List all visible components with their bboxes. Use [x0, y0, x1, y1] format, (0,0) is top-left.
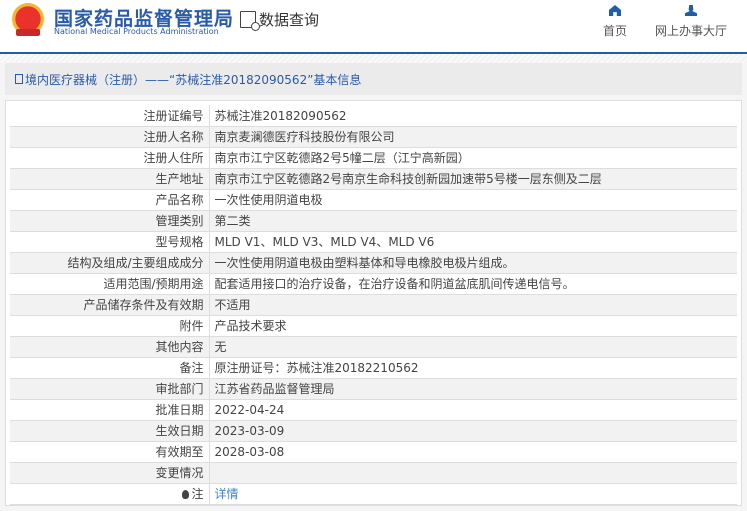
table-row: 产品储存条件及有效期 不适用 [10, 294, 737, 316]
field-label: 注册人住所 [10, 147, 210, 169]
field-value: 第二类 [209, 210, 737, 232]
table-row: 生效日期 2023-03-09 [10, 420, 737, 442]
info-panel: 注册证编号 苏械注准20182090562 注册人名称 南京麦澜德医疗科技股份有限公司… [5, 100, 742, 506]
document-icon [15, 74, 23, 84]
field-value: 南京市江宁区乾德路2号南京生命科技创新园加速带5号楼一层东侧及二层 [209, 168, 737, 190]
table-row: 适用范围/预期用途 配套适用接口的治疗设备，在治疗设备和阴道盆底肌间传递电信号。 [10, 273, 737, 295]
field-label: 管理类别 [10, 210, 210, 232]
table-row: 批准日期 2022-04-24 [10, 399, 737, 421]
field-label: 生效日期 [10, 420, 210, 442]
field-label: 结构及组成/主要组成成分 [10, 252, 210, 274]
national-emblem-logo [12, 3, 44, 36]
nav-online-hall-label: 网上办事大厅 [655, 24, 728, 38]
field-value: 一次性使用阴道电极 [209, 189, 737, 211]
field-value: 2028-03-08 [209, 441, 737, 463]
field-label: 有效期至 [10, 441, 210, 463]
field-label: 注册证编号 [10, 105, 210, 127]
field-value: 苏械注准20182090562 [209, 105, 737, 127]
lightbulb-icon [182, 490, 190, 499]
field-label: 变更情况 [10, 462, 210, 484]
field-label: 审批部门 [10, 378, 210, 400]
divider [0, 54, 747, 63]
field-value: MLD V1、MLD V3、MLD V4、MLD V6 [209, 231, 737, 253]
nav-home-label: 首页 [603, 24, 628, 38]
field-value: 南京麦澜德医疗科技股份有限公司 [209, 126, 737, 148]
field-value: 2022-04-24 [209, 399, 737, 421]
info-table: 注册证编号 苏械注准20182090562 注册人名称 南京麦澜德医疗科技股份有限公司… [10, 105, 737, 505]
field-label: 注 [10, 483, 210, 505]
table-row: 审批部门 江苏省药品监督管理局 [10, 378, 737, 400]
field-value: 一次性使用阴道电极由塑料基体和导电橡胶电极片组成。 [209, 252, 737, 274]
field-value: 不适用 [209, 294, 737, 316]
table-row: 注册人住所 南京市江宁区乾德路2号5幢二层（江宁高新园） [10, 147, 737, 169]
table-row: 注详情 [10, 483, 737, 505]
table-row: 有效期至 2028-03-08 [10, 441, 737, 463]
field-label: 适用范围/预期用途 [10, 273, 210, 295]
table-row: 结构及组成/主要组成成分 一次性使用阴道电极由塑料基体和导电橡胶电极片组成。 [10, 252, 737, 274]
field-label: 型号规格 [10, 231, 210, 253]
field-label: 产品储存条件及有效期 [10, 294, 210, 316]
data-query-label: 数据查询 [259, 11, 320, 29]
field-value [209, 462, 737, 484]
field-label: 产品名称 [10, 189, 210, 211]
field-label: 生产地址 [10, 168, 210, 190]
field-value: 无 [209, 336, 737, 358]
field-label: 其他内容 [10, 336, 210, 358]
nav-home[interactable]: 首页 [603, 5, 627, 39]
table-row: 生产地址 南京市江宁区乾德路2号南京生命科技创新园加速带5号楼一层东侧及二层 [10, 168, 737, 190]
field-label: 备注 [10, 357, 210, 379]
home-icon [609, 5, 621, 16]
field-value: 配套适用接口的治疗设备，在治疗设备和阴道盆底肌间传递电信号。 [209, 273, 737, 295]
table-row: 产品名称 一次性使用阴道电极 [10, 189, 737, 211]
page-title-text: 境内医疗器械（注册）——“苏械注准20182090562”基本信息 [25, 72, 362, 87]
field-value: 南京市江宁区乾德路2号5幢二层（江宁高新园） [209, 147, 737, 169]
table-row: 其他内容无 [10, 336, 737, 358]
field-label: 批准日期 [10, 399, 210, 421]
document-search-icon [240, 11, 260, 31]
table-row: 备注 原注册证号：苏械注准20182210562 [10, 357, 737, 379]
user-icon [685, 5, 697, 16]
field-value: 详情 [209, 483, 737, 505]
site-name-en: National Medical Products Administration [54, 27, 219, 36]
field-value: 原注册证号：苏械注准20182210562 [209, 357, 737, 379]
details-link[interactable]: 详情 [215, 487, 239, 501]
field-value: 2023-03-09 [209, 420, 737, 442]
table-row: 注册人名称 南京麦澜德医疗科技股份有限公司 [10, 126, 737, 148]
data-query-link[interactable]: 数据查询 [240, 9, 320, 31]
table-row: 变更情况 [10, 462, 737, 484]
table-row: 附件 产品技术要求 [10, 315, 737, 337]
field-label: 附件 [10, 315, 210, 337]
note-label: 注 [191, 487, 204, 501]
field-value: 江苏省药品监督管理局 [209, 378, 737, 400]
table-row: 管理类别 第二类 [10, 210, 737, 232]
page-title: 境内医疗器械（注册）——“苏械注准20182090562”基本信息 [5, 63, 742, 95]
field-label: 注册人名称 [10, 126, 210, 148]
table-row: 注册证编号 苏械注准20182090562 [10, 105, 737, 127]
nav-online-hall[interactable]: 网上办事大厅 [655, 5, 727, 39]
site-header: 国家药品监督管理局 National Medical Products Admi… [0, 0, 747, 54]
field-value: 产品技术要求 [209, 315, 737, 337]
table-row: 型号规格 MLD V1、MLD V3、MLD V4、MLD V6 [10, 231, 737, 253]
